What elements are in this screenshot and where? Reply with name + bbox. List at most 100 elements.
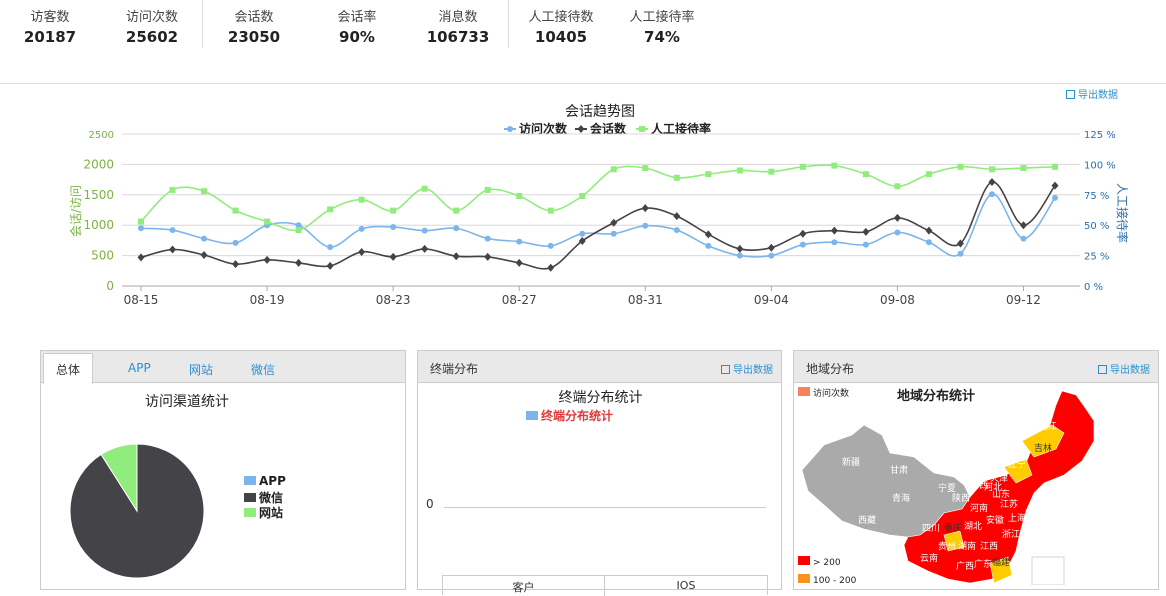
data-point[interactable] [138,218,144,225]
data-point[interactable] [358,225,365,232]
data-point[interactable] [1020,235,1027,242]
tab-wechat[interactable]: 微信 [251,361,275,378]
data-point[interactable] [767,243,775,252]
tab-overall[interactable]: 总体 [43,353,94,384]
data-point[interactable] [264,218,271,225]
data-point[interactable] [1052,163,1058,170]
export-region-button[interactable]: 导出数据 [1098,361,1150,376]
data-point[interactable] [295,258,303,267]
data-point[interactable] [988,178,996,187]
data-point[interactable] [736,167,743,174]
data-point[interactable] [831,239,838,246]
data-point[interactable] [200,250,208,259]
data-point[interactable] [862,227,870,236]
data-point[interactable] [642,165,649,172]
data-point[interactable] [925,239,932,246]
data-point[interactable] [705,171,712,178]
data-point[interactable] [421,227,428,234]
data-point[interactable] [673,227,680,234]
data-point[interactable] [768,252,775,259]
pie-legend-app[interactable]: APP [244,474,286,488]
data-point[interactable] [610,166,617,173]
data-point[interactable] [799,229,807,238]
data-point[interactable] [862,241,869,248]
data-point[interactable] [327,206,334,213]
data-point[interactable] [389,252,397,261]
data-point[interactable] [925,226,933,235]
china-map[interactable]: 黑龙江 吉林 辽宁 内蒙古 北京 天津 河北 山西 山东 新疆 甘肃 宁夏 青海… [794,385,1160,585]
data-point[interactable] [642,222,649,229]
data-point[interactable] [957,163,964,170]
data-point[interactable] [673,174,680,181]
data-point[interactable] [894,229,901,236]
data-point[interactable] [201,188,208,195]
data-point[interactable] [704,230,712,239]
data-point[interactable] [799,163,806,170]
data-point[interactable] [390,207,397,214]
data-point[interactable] [358,196,365,203]
data-point[interactable] [295,227,302,234]
data-point[interactable] [862,171,869,178]
data-point[interactable] [358,247,366,256]
map-legend-high[interactable]: > 200 [798,556,841,568]
data-point[interactable] [831,162,838,169]
panel-header: 地域分布 导出数据 [794,351,1158,383]
data-point[interactable] [641,204,649,213]
data-point[interactable] [736,252,743,259]
tab-app[interactable]: APP [128,361,151,375]
data-point[interactable] [484,252,492,261]
data-point[interactable] [579,230,586,237]
map-legend-mid[interactable]: 100 - 200 [798,574,856,586]
data-point[interactable] [232,260,240,269]
data-point[interactable] [988,191,995,198]
data-point[interactable] [263,255,271,264]
export-terminal-button[interactable]: 导出数据 [721,361,773,376]
pie-legend-website[interactable]: 网站 [244,504,283,521]
data-point[interactable] [705,242,712,249]
data-point[interactable] [736,244,744,253]
data-point[interactable] [547,242,554,249]
data-point[interactable] [830,226,838,235]
data-point[interactable] [1020,165,1027,172]
province-label: 北京 [982,461,1000,473]
data-point[interactable] [201,235,208,242]
data-point[interactable] [516,193,523,200]
data-point[interactable] [169,227,176,234]
data-point[interactable] [925,171,932,178]
province-label: 四川 [922,524,940,534]
data-point[interactable] [484,235,491,242]
data-point[interactable] [988,166,995,173]
data-point[interactable] [326,261,334,270]
data-point[interactable] [894,183,901,190]
data-point[interactable] [579,193,586,200]
data-point[interactable] [516,238,523,245]
data-point[interactable] [137,253,145,262]
data-point[interactable] [547,207,554,214]
data-point[interactable] [421,185,428,192]
data-point[interactable] [893,213,901,222]
data-point[interactable] [421,244,429,253]
tab-website[interactable]: 网站 [189,361,213,378]
terminal-legend[interactable]: 终端分布统计 [526,407,613,424]
data-point[interactable] [610,230,617,237]
data-point[interactable] [169,245,177,254]
data-point[interactable] [1052,194,1058,201]
data-point[interactable] [327,244,334,251]
data-point[interactable] [453,207,460,214]
data-point[interactable] [515,258,523,267]
data-point[interactable] [232,239,239,246]
data-point[interactable] [169,186,176,193]
data-point[interactable] [138,225,144,232]
data-point[interactable] [232,207,239,214]
data-point[interactable] [390,224,397,231]
data-point[interactable] [453,225,460,232]
data-point[interactable] [799,241,806,248]
channel-panel: 总体 APP 网站 微信 访问渠道统计 APP 微信 网站 [40,350,406,590]
data-point[interactable] [484,186,491,193]
data-point[interactable] [452,252,460,261]
data-point[interactable] [547,263,555,272]
data-point[interactable] [1019,221,1027,230]
data-point[interactable] [768,168,775,175]
data-point[interactable] [673,212,681,221]
data-point[interactable] [957,250,964,257]
